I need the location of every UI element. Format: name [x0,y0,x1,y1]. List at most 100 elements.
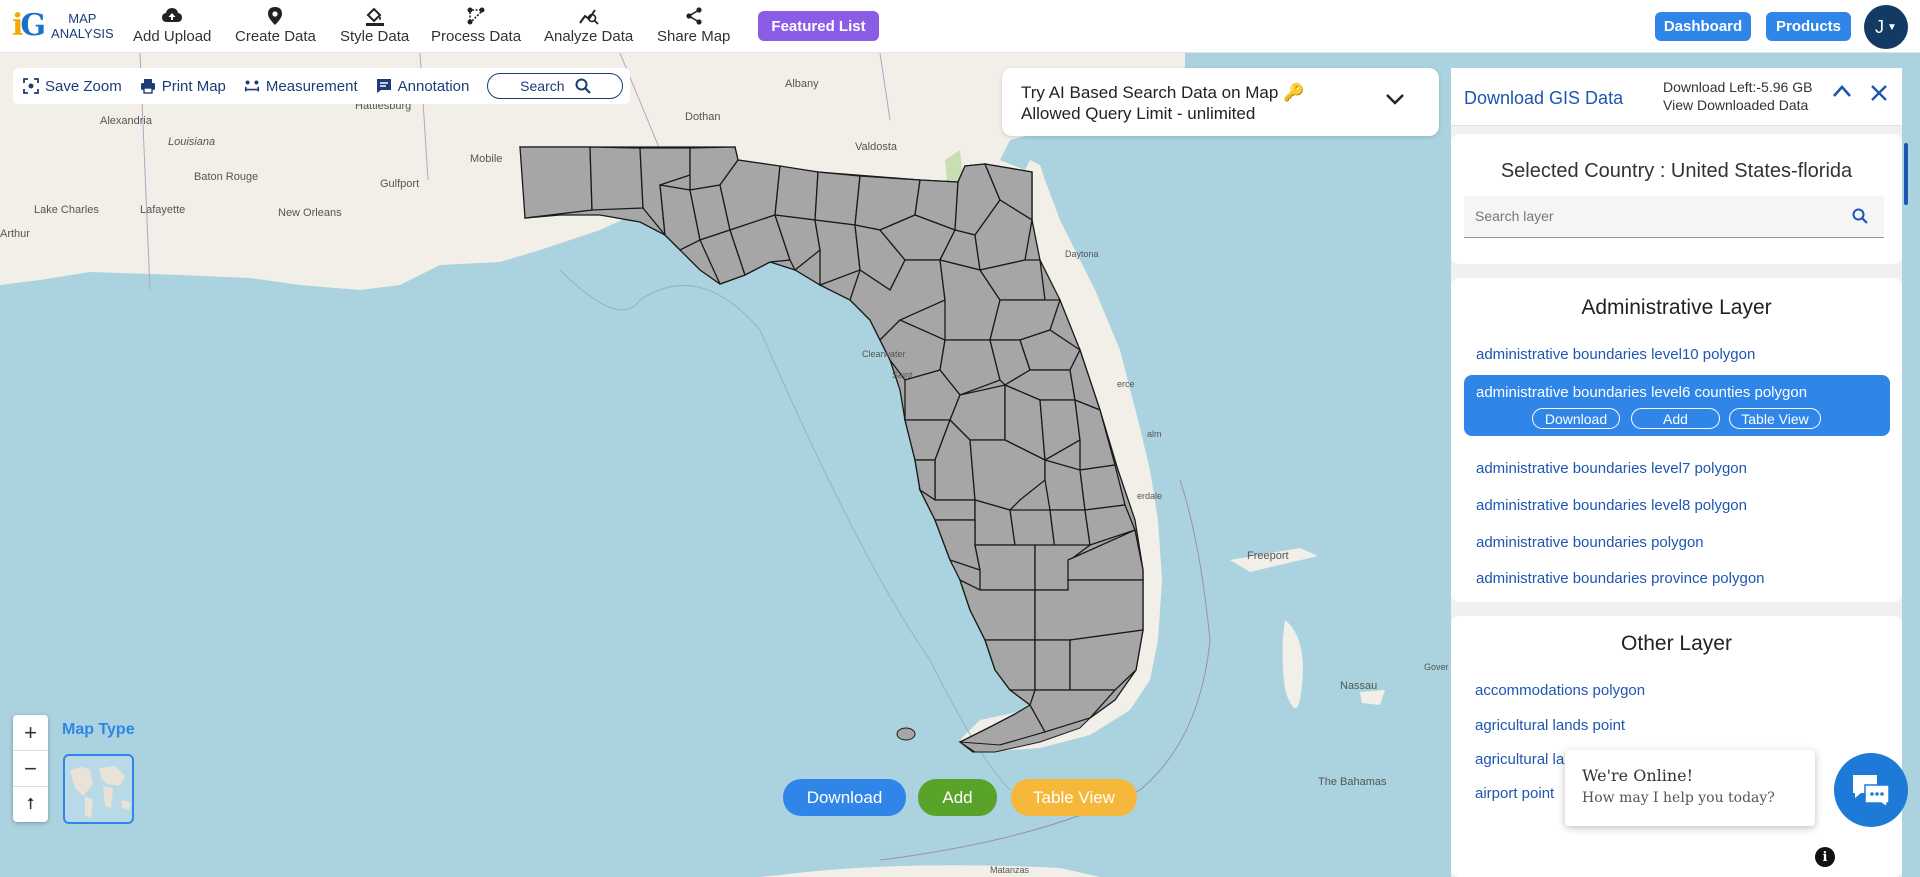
administrative-layer-title: Administrative Layer [1581,296,1772,319]
chevron-down-icon[interactable] [1385,92,1405,106]
dashboard-button[interactable]: Dashboard [1655,12,1751,41]
products-button[interactable]: Products [1766,12,1851,41]
nav-label: Add Upload [133,28,212,45]
layer-item[interactable]: administrative boundaries level7 polygon [1476,460,1747,477]
annotation-button[interactable]: Annotation [376,77,470,95]
map-label: Saint [892,370,913,380]
layer-item[interactable]: administrative boundaries province polyg… [1476,570,1765,587]
measurement-label: Measurement [265,77,358,95]
map-toolbar: Save Zoom Print Map Measurement Annotati… [13,68,630,104]
map-search-button[interactable]: Search [487,73,624,99]
nav-add-upload[interactable]: Add Upload [133,6,211,46]
layer-item[interactable]: administrative boundaries level10 polygo… [1476,346,1755,363]
county [984,639,1036,691]
download-left-text: Download Left:-5.96 GB [1663,79,1813,95]
analyze-icon [578,6,599,26]
layer-item-selected[interactable]: administrative boundaries level6 countie… [1464,375,1890,436]
ruler-icon [244,78,260,94]
layer-add-button[interactable]: Add [1631,408,1720,429]
layer-item[interactable]: agricultural lands point [1475,717,1625,734]
map-label: The Bahamas [1318,776,1387,788]
search-icon[interactable] [1852,208,1868,224]
zoom-out-button[interactable]: − [13,751,48,787]
measurement-button[interactable]: Measurement [244,78,358,95]
search-icon [575,78,591,94]
nav-process-data[interactable]: Process Data [431,6,521,46]
map-label: erdale [1137,491,1163,501]
download-quota: Download Left:-5.96 GB View Downloaded D… [1663,78,1812,114]
panel-title: Download GIS Data [1464,88,1624,108]
close-icon[interactable] [1870,84,1888,102]
layer-item[interactable]: administrative boundaries level8 polygon [1476,497,1747,514]
featured-list-button[interactable]: Featured List [758,11,879,41]
annotation-label: Annotation [397,77,470,95]
top-navbar: iG MAP ANALYSIS Add Upload Create Data S… [0,0,1920,53]
map-label: alm [1147,429,1162,439]
map-label: erce [1117,379,1135,389]
dry-tortugas [896,727,916,741]
map-label: Baton Rouge [194,171,259,183]
map-label: Albany [785,78,819,90]
zoom-in-button[interactable]: + [13,715,48,751]
nav-label: Analyze Data [544,28,634,45]
layer-item[interactable]: agricultural la [1475,751,1564,768]
print-map-label: Print Map [161,77,226,95]
layer-download-button[interactable]: Download [1532,408,1620,429]
map-label: Gover [1424,662,1449,672]
county [1009,509,1056,551]
map-label: Daytona [1065,249,1099,259]
chat-bubbles-icon [1853,775,1890,807]
annotation-icon [376,78,392,94]
collapse-up-icon[interactable] [1832,84,1852,98]
nav-style-data[interactable]: Style Data [340,6,409,46]
nav-label: Process Data [431,28,522,45]
chat-popup[interactable]: We're Online! How may I help you today? [1565,750,1815,826]
caret-down-icon: ▼ [1887,21,1897,33]
county [814,171,861,226]
map-label: Mobile [470,153,503,165]
map-label: Arthur [0,228,30,240]
layer-item[interactable]: accommodations polygon [1475,682,1645,699]
layer-search-placeholder: Search layer [1475,208,1554,224]
layer-item[interactable]: administrative boundaries polygon [1476,534,1704,551]
app-logo[interactable]: iG MAP ANALYSIS [12,6,114,46]
ai-search-banner[interactable]: Try AI Based Search Data on Map 🔑 Allowe… [1002,68,1439,136]
map-label: Lafayette [140,204,186,216]
chat-launcher-button[interactable] [1834,753,1908,827]
user-initial: J [1875,16,1885,37]
nav-create-data[interactable]: Create Data [235,6,316,46]
logo-text-line1: MAP [68,11,97,26]
add-button[interactable]: Add [918,779,997,816]
layer-search-input[interactable]: Search layer [1464,196,1884,238]
logo-mark-icon: iG [12,8,46,43]
chat-online-text: We're Online! [1582,766,1694,785]
info-icon[interactable]: i [1815,847,1835,867]
table-view-button[interactable]: Table View [1011,779,1137,816]
nav-label: Share Map [657,28,731,45]
map-label: Lake Charles [34,204,99,216]
cloud-upload-icon [162,6,183,26]
county [1034,639,1071,691]
map-label: Nassau [1340,680,1378,692]
panel-scrollbar[interactable] [1904,143,1908,205]
print-map-button[interactable]: Print Map [140,78,226,95]
map-label: Gulfport [380,178,420,190]
map-label: Valdosta [855,141,897,153]
county [774,165,819,221]
download-button[interactable]: Download [783,779,906,816]
nav-share-map[interactable]: Share Map [657,6,730,46]
reset-bearing-button[interactable]: ⭡ [13,787,48,822]
nav-analyze-data[interactable]: Analyze Data [544,6,633,46]
layer-item[interactable]: airport point [1475,785,1554,802]
panel-header-icons [1832,84,1888,102]
county [589,146,644,211]
save-zoom-button[interactable]: Save Zoom [23,78,122,95]
administrative-layer-card: Administrative Layer administrative boun… [1451,278,1902,602]
user-avatar[interactable]: J ▼ [1864,5,1908,49]
view-downloaded-link[interactable]: View Downloaded Data [1663,96,1812,114]
ai-banner-line1: Try AI Based Search Data on Map 🔑 [1021,83,1305,102]
map-type-thumbnail[interactable] [63,754,134,824]
map-label: New Orleans [278,207,342,219]
layer-table-view-button[interactable]: Table View [1729,408,1821,429]
other-layer-card: Other Layer accommodations polygon agric… [1451,616,1902,877]
